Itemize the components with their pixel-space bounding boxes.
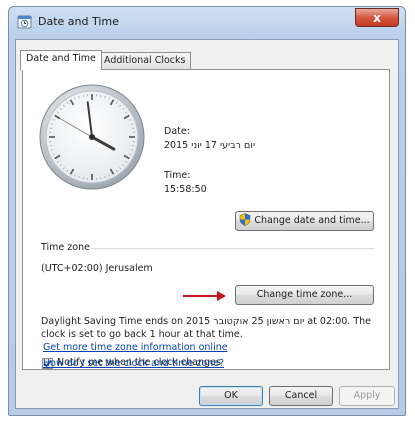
apply-button-label: Apply bbox=[353, 390, 381, 401]
cancel-button-label: Cancel bbox=[284, 390, 318, 401]
time-zone-value: (UTC+02:00) Jerusalem bbox=[41, 263, 153, 274]
time-label: Time: bbox=[164, 170, 191, 181]
title-bar[interactable]: Date and Time x bbox=[9, 7, 405, 37]
date-label: Date: bbox=[164, 126, 190, 137]
date-value: יום רביעי 17 יוני 2015 bbox=[164, 140, 256, 151]
time-zone-group-label: Time zone bbox=[41, 242, 90, 253]
change-time-zone-label: Change time zone... bbox=[256, 289, 353, 300]
close-button[interactable]: x bbox=[355, 8, 399, 27]
tab-panel-date-and-time: Date: יום רביעי 17 יוני 2015 Time: 15:58… bbox=[22, 69, 390, 370]
analog-clock bbox=[39, 84, 145, 190]
time-zone-group-separator bbox=[91, 248, 375, 249]
clock-app-icon bbox=[17, 15, 32, 29]
dst-notice-line2: clock is set to go back 1 hour at that t… bbox=[41, 329, 243, 340]
dialog-client-area: Date and Time Additional Clocks Date: יו… bbox=[15, 39, 399, 409]
red-arrow-annotation-head bbox=[217, 291, 226, 301]
dst-notice-line1: Daylight Saving Time ends on יום ראשון 2… bbox=[41, 316, 371, 327]
cancel-button[interactable]: Cancel bbox=[269, 386, 333, 406]
close-icon: x bbox=[373, 11, 381, 25]
change-date-time-button[interactable]: Change date and time... bbox=[235, 211, 374, 231]
date-time-window: Date and Time x Date and Time Additional… bbox=[8, 6, 406, 416]
ok-button-label: OK bbox=[224, 390, 238, 401]
tab-date-and-time[interactable]: Date and Time bbox=[20, 50, 102, 70]
uac-shield-icon bbox=[240, 213, 251, 226]
red-arrow-annotation bbox=[183, 295, 219, 297]
time-value: 15:58:50 bbox=[164, 184, 207, 195]
change-time-zone-button[interactable]: Change time zone... bbox=[235, 285, 374, 305]
how-to-set-clock-link[interactable]: How do I set the clock and time zone? bbox=[43, 358, 224, 369]
window-title: Date and Time bbox=[38, 15, 119, 28]
apply-button[interactable]: Apply bbox=[339, 386, 395, 406]
change-date-time-label: Change date and time... bbox=[254, 215, 370, 226]
more-time-zone-info-link[interactable]: Get more time zone information online bbox=[43, 342, 228, 353]
ok-button[interactable]: OK bbox=[199, 386, 263, 406]
tab-additional-clocks[interactable]: Additional Clocks bbox=[98, 52, 192, 69]
